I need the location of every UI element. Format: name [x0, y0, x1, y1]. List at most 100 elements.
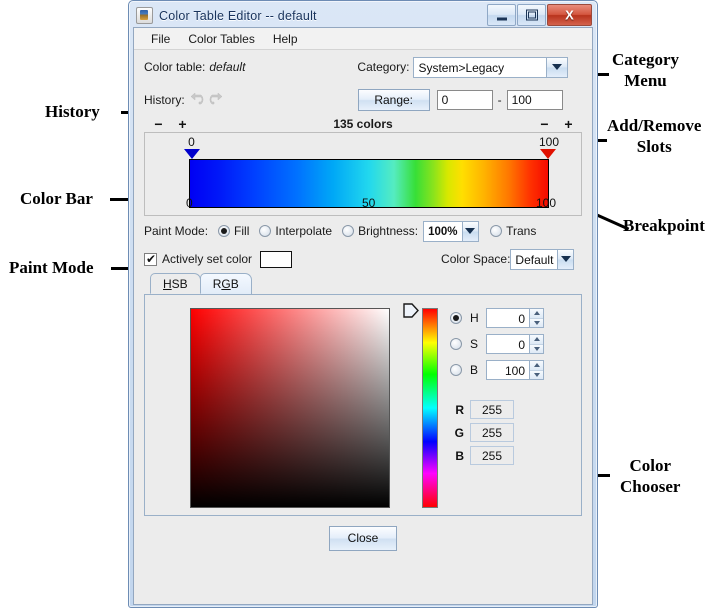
hue-spinner[interactable]: 0: [486, 308, 544, 328]
spinner-up-icon[interactable]: [530, 335, 543, 345]
category-value: System>Legacy: [414, 57, 547, 77]
window-controls: X: [486, 4, 592, 26]
category-dropdown[interactable]: System>Legacy: [413, 56, 569, 78]
range-max-input[interactable]: 100: [506, 89, 563, 110]
java-coffee-cup-icon: [136, 7, 153, 24]
tab-hsb-label: SB: [171, 276, 188, 291]
hsb-controls: H 0 S 0 B 100: [450, 308, 544, 386]
breakpoint-left-value: 0: [188, 135, 195, 149]
annotation-paint-mode: Paint Mode: [9, 258, 94, 277]
hue-slider-thumb[interactable]: [403, 303, 420, 318]
tab-hsb-mnemonic: H: [163, 276, 172, 291]
minimize-button[interactable]: [487, 4, 516, 26]
range-button[interactable]: Range:: [357, 88, 430, 111]
radio-fill[interactable]: [218, 225, 231, 237]
hsb-row-h: H 0: [450, 308, 544, 328]
axis-tick-50: 50: [362, 196, 376, 210]
annotation-category-menu: Category Menu: [612, 50, 680, 90]
window-client-area: File Color Tables Help Color table: defa…: [133, 27, 593, 605]
spinner-down-icon[interactable]: [530, 370, 543, 379]
range-min-input[interactable]: 0: [436, 89, 493, 110]
brightness-spinner[interactable]: 100: [486, 360, 544, 380]
radio-trans-label: Trans: [506, 224, 537, 238]
radio-interpolate-label: Interpolate: [275, 224, 333, 238]
color-bar-panel[interactable]: 0 100 0 50 100: [144, 132, 582, 216]
axis-tick-100: 100: [536, 196, 557, 210]
close-icon: X: [565, 7, 574, 23]
maximize-button[interactable]: [517, 4, 546, 26]
red-value[interactable]: 255: [470, 400, 514, 419]
chevron-down-icon[interactable]: [557, 249, 574, 269]
spinner-up-icon[interactable]: [530, 361, 543, 371]
spinner-up-icon[interactable]: [530, 309, 543, 319]
radio-brightness-hsb[interactable]: [450, 364, 462, 376]
blue-value[interactable]: 255: [470, 446, 514, 465]
actively-set-checkbox[interactable]: [144, 252, 157, 266]
menu-file[interactable]: File: [142, 30, 179, 48]
radio-fill-label: Fill: [234, 224, 250, 238]
saturation-spinner[interactable]: 0: [486, 334, 544, 354]
menu-bar: File Color Tables Help: [134, 28, 592, 50]
breakpoint-left[interactable]: 0: [183, 135, 200, 159]
chevron-down-icon[interactable]: [461, 221, 479, 241]
color-table-row: Color table: default Category: System>Le…: [144, 50, 582, 84]
hsb-row-b: B 100: [450, 360, 544, 380]
tab-hsb[interactable]: H SB: [150, 273, 201, 294]
red-label: R: [455, 402, 464, 417]
breakpoint-right[interactable]: 100: [539, 135, 559, 159]
radio-trans[interactable]: [490, 225, 503, 237]
minimize-icon: [496, 17, 507, 21]
rgb-readout: R 255 G 255 B 255: [450, 400, 514, 469]
brightness-spinner-arrows[interactable]: [529, 361, 543, 379]
active-color-swatch[interactable]: [260, 250, 293, 268]
green-label: G: [454, 425, 464, 440]
color-chooser-panel: H 0 S 0 B 100 R 255 G 255 B 255: [144, 294, 582, 516]
maximize-icon: [525, 9, 538, 21]
brightness-value-hsb: 100: [487, 361, 529, 379]
menu-help[interactable]: Help: [264, 30, 307, 48]
annotation-color-bar: Color Bar: [20, 189, 93, 208]
history-row: History: Range: 0 - 100: [144, 84, 582, 115]
slot-controls-row: − + 135 colors − +: [144, 115, 582, 132]
brightness-dropdown[interactable]: 100%: [423, 220, 480, 242]
breakpoint-right-marker: [540, 149, 556, 159]
chooser-tabs: H SB RGB: [144, 272, 582, 294]
color-space-dropdown[interactable]: Default: [510, 248, 575, 270]
redo-icon[interactable]: [207, 93, 222, 106]
history-label: History:: [144, 92, 185, 107]
chevron-down-icon[interactable]: [546, 57, 568, 77]
radio-hue[interactable]: [450, 312, 462, 324]
rgb-row-r: R 255: [450, 400, 514, 419]
application-window: Color Table Editor -- default X File Col…: [128, 0, 598, 608]
paint-mode-row: Paint Mode: Fill Interpolate Brightness:…: [144, 216, 582, 246]
spinner-down-icon[interactable]: [530, 344, 543, 353]
saturation-brightness-square[interactable]: [190, 308, 390, 508]
tab-rgb-label-post: B: [230, 277, 239, 291]
green-value[interactable]: 255: [470, 423, 514, 442]
menu-color-tables[interactable]: Color Tables: [179, 30, 263, 48]
rgb-row-g: G 255: [450, 423, 514, 442]
close-button[interactable]: Close: [329, 525, 397, 551]
tab-rgb-mnemonic: G: [221, 277, 231, 291]
range-separator: -: [497, 92, 502, 107]
undo-icon[interactable]: [190, 93, 206, 106]
tab-rgb[interactable]: RGB: [199, 273, 252, 294]
blue-label: B: [455, 448, 464, 463]
title-bar[interactable]: Color Table Editor -- default X: [133, 4, 593, 27]
spinner-down-icon[interactable]: [530, 318, 543, 327]
hue-spinner-arrows[interactable]: [529, 309, 543, 327]
brightness-value: 100%: [424, 221, 462, 241]
radio-saturation[interactable]: [450, 338, 462, 350]
category-label: Category:: [357, 60, 410, 74]
color-space-value: Default: [511, 249, 558, 269]
close-window-button[interactable]: X: [547, 4, 592, 26]
annotation-breakpoint: Breakpoint: [623, 216, 705, 235]
window-title: Color Table Editor -- default: [159, 8, 317, 23]
axis-tick-0: 0: [186, 196, 193, 210]
radio-interpolate[interactable]: [259, 225, 272, 237]
color-table-value: default: [209, 60, 246, 74]
color-space-label: Color Space:: [441, 252, 511, 266]
saturation-spinner-arrows[interactable]: [529, 335, 543, 353]
hue-slider-strip[interactable]: [422, 308, 438, 508]
radio-brightness[interactable]: [342, 225, 355, 237]
